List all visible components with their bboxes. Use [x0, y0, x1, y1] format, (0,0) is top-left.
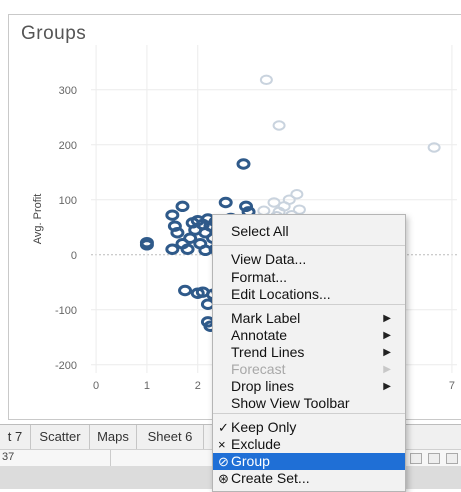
y-tick-label: -100 [55, 305, 77, 317]
mark [259, 74, 273, 86]
menu-item-format[interactable]: Format... [213, 269, 405, 286]
x-tick-label: 0 [93, 380, 99, 392]
menu-item-label: Format... [231, 269, 288, 285]
x-tick-label: 7 [449, 380, 455, 392]
menu-item-show-view-toolbar[interactable]: Show View Toolbar [213, 395, 405, 412]
menu-item-icon: × [218, 437, 226, 452]
selected-mark [236, 158, 251, 170]
menu-item-label: Show View Toolbar [231, 395, 350, 411]
menu-item-exclude[interactable]: × Exclude [213, 436, 405, 453]
selected-mark [175, 200, 190, 213]
menu-item-forecast[interactable]: Forecast ▶ [213, 361, 405, 378]
selected-mark [165, 243, 180, 255]
menu-item-label: Create Set... [231, 470, 310, 486]
menu-item-label: Trend Lines [231, 344, 305, 360]
submenu-arrow-icon: ▶ [383, 330, 391, 341]
context-menu[interactable]: Select All View Data... Format... Edit Loca… [212, 214, 406, 492]
menu-item-label: Keep Only [231, 419, 297, 435]
mark [272, 120, 286, 131]
filmstrip-view-icon[interactable] [446, 453, 458, 464]
menu-item-create-set[interactable]: ⊛ Create Set... [213, 470, 405, 487]
menu-item-icon: ⊘ [218, 454, 229, 469]
tab-scatter[interactable]: Scatter [31, 425, 90, 449]
menu-item-keep-only[interactable]: ✓ Keep Only [213, 419, 405, 436]
tab-maps[interactable]: Maps [90, 425, 137, 449]
menu-item-label: Exclude [231, 436, 281, 452]
menu-separator [213, 245, 405, 246]
nav-prev-icon[interactable] [410, 453, 422, 464]
mark [290, 189, 304, 200]
menu-item-label: Forecast [231, 361, 286, 377]
menu-item-mark-label[interactable]: Mark Label ▶ [213, 310, 405, 327]
y-tick-label: 200 [59, 140, 77, 152]
status-text: 37 [2, 451, 15, 463]
status-divider [110, 450, 111, 466]
selected-mark [178, 284, 193, 297]
grid-view-icon[interactable] [428, 453, 440, 464]
y-tick-label: -200 [55, 360, 77, 372]
x-tick-label: 1 [144, 380, 150, 392]
menu-separator [213, 304, 405, 305]
x-tick-label: 2 [195, 380, 201, 392]
top-strip: · · · · · · · · · · · · · · · · · [0, 0, 461, 6]
selected-mark [218, 196, 233, 209]
submenu-arrow-icon: ▶ [383, 381, 391, 392]
tab-sheet-7[interactable]: t 7 [0, 425, 31, 449]
y-tick-label: 0 [71, 250, 77, 262]
y-tick-label: 300 [59, 85, 77, 97]
menu-item-icon: ✓ [218, 420, 229, 435]
menu-item-icon: ⊛ [218, 471, 229, 486]
menu-item-label: Drop lines [231, 378, 295, 394]
menu-separator [213, 413, 405, 414]
mark [292, 204, 306, 215]
menu-item-select-all[interactable]: Select All [213, 223, 405, 240]
menu-item-annotate[interactable]: Annotate ▶ [213, 327, 405, 344]
menu-item-label: Mark Label [231, 310, 301, 326]
menu-item-trend-lines[interactable]: Trend Lines ▶ [213, 344, 405, 361]
submenu-arrow-icon: ▶ [383, 313, 391, 324]
submenu-arrow-icon: ▶ [383, 364, 391, 375]
menu-item-edit-locations[interactable]: Edit Locations... [213, 286, 405, 303]
menu-item-label: View Data... [231, 251, 307, 267]
submenu-arrow-icon: ▶ [383, 347, 391, 358]
selected-mark [165, 209, 180, 221]
menu-item-group[interactable]: ⊘ Group [213, 453, 405, 470]
y-tick-label: 100 [59, 195, 77, 207]
selected-mark [170, 227, 185, 239]
menu-item-label: Edit Locations... [231, 286, 331, 302]
menu-item-label: Annotate [231, 327, 288, 343]
menu-item-label: Select All [231, 223, 289, 239]
tab-sheet-6[interactable]: Sheet 6 [137, 425, 204, 449]
menu-item-label: Group [231, 453, 270, 469]
menu-item-drop-lines[interactable]: Drop lines ▶ [213, 378, 405, 395]
menu-item-view-data[interactable]: View Data... [213, 251, 405, 268]
y-axis-label: Avg. Profit [32, 194, 44, 245]
